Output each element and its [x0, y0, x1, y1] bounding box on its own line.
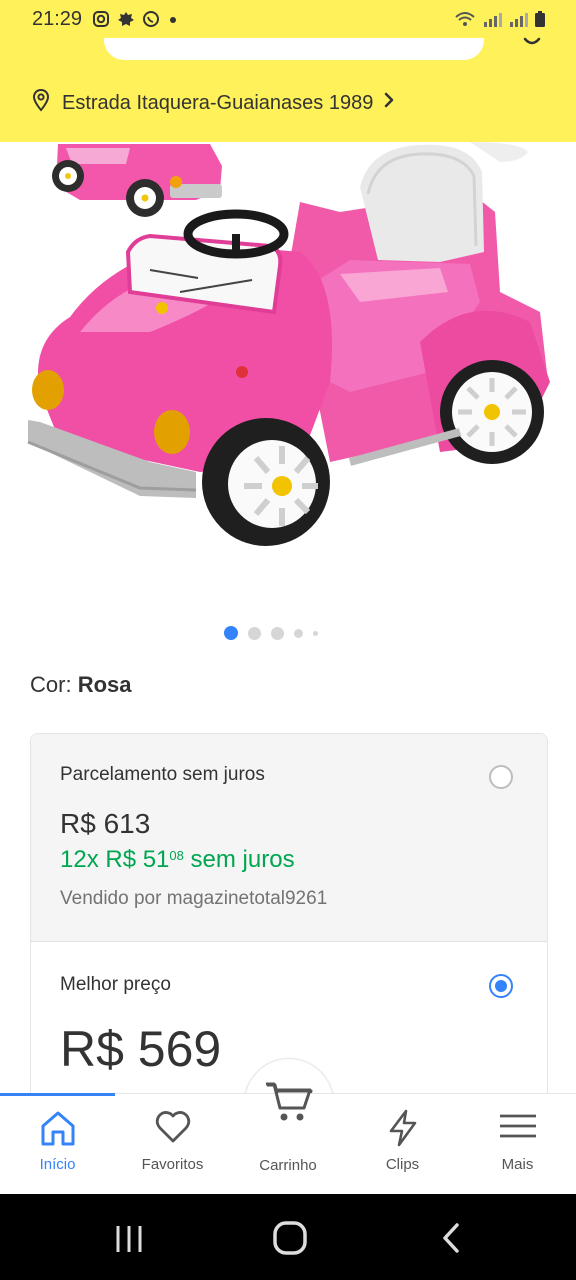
- menu-icon: [498, 1108, 538, 1149]
- option-title: Parcelamento sem juros: [60, 764, 265, 785]
- option-installments[interactable]: Parcelamento sem juros R$ 613 12x R$ 510…: [31, 734, 547, 942]
- status-bar: 21:29: [0, 0, 576, 40]
- tab-label: Favoritos: [141, 1156, 204, 1173]
- app-header: 21:29 Estrada Itaquera-Guaianases 1989: [0, 0, 576, 142]
- tab-mais[interactable]: Mais: [460, 1094, 575, 1194]
- tab-label: Clips: [385, 1156, 420, 1173]
- recent-apps-icon[interactable]: [114, 1224, 144, 1259]
- lightning-icon: [386, 1108, 420, 1153]
- home-icon: [39, 1108, 77, 1153]
- carousel-dot[interactable]: [248, 626, 261, 640]
- color-selector: Cor: Rosa: [30, 672, 131, 698]
- product-image[interactable]: [0, 142, 576, 612]
- option-title: Melhor preço: [60, 974, 171, 995]
- carousel-dot[interactable]: [271, 626, 284, 640]
- wifi-icon: [454, 10, 476, 33]
- installments-text: 12x R$ 5108 sem juros: [60, 846, 295, 873]
- option-price: R$ 613: [60, 808, 151, 839]
- search-bar[interactable]: [104, 38, 484, 60]
- system-navigation-bar: [0, 1194, 576, 1280]
- cart-icon[interactable]: [264, 1080, 312, 1129]
- carousel-dot[interactable]: [313, 630, 318, 636]
- heart-icon: [154, 1108, 192, 1151]
- back-icon[interactable]: [440, 1222, 462, 1259]
- radio-selected[interactable]: [489, 974, 513, 998]
- color-label: Cor:: [30, 672, 72, 697]
- signal-icon: [482, 10, 502, 33]
- chevron-down-icon[interactable]: [522, 36, 542, 48]
- tab-favoritos[interactable]: Favoritos: [115, 1094, 230, 1194]
- pink-car: [27, 144, 550, 546]
- chevron-right-icon: [383, 91, 395, 115]
- dot-icon: [166, 10, 180, 33]
- tab-label: Início: [39, 1156, 76, 1173]
- delivery-address[interactable]: Estrada Itaquera-Guaianases 1989: [32, 88, 395, 118]
- installments-cents: 08: [169, 848, 184, 863]
- tab-clips[interactable]: Clips: [345, 1094, 460, 1194]
- tab-carrinho-label[interactable]: Carrinho: [232, 1157, 344, 1174]
- carousel-dot[interactable]: [294, 628, 303, 638]
- whatsapp-icon: [142, 10, 160, 33]
- location-pin-icon: [32, 88, 50, 118]
- home-button-icon[interactable]: [272, 1220, 308, 1261]
- product-thumbnail-car: [52, 144, 222, 217]
- best-price-value: R$ 569: [60, 1021, 222, 1077]
- instagram-icon: [92, 10, 110, 33]
- carousel-indicator[interactable]: [224, 626, 318, 640]
- battery-icon: [534, 10, 546, 33]
- settings-icon: [116, 10, 136, 33]
- address-label: Estrada Itaquera-Guaianases 1989: [62, 91, 374, 114]
- signal-icon: [508, 10, 528, 33]
- tab-inicio[interactable]: Início: [0, 1094, 115, 1194]
- tab-label: Mais: [501, 1156, 534, 1173]
- carousel-dot-active[interactable]: [224, 626, 238, 640]
- status-time: 21:29: [32, 8, 83, 30]
- radio-unselected[interactable]: [489, 765, 513, 789]
- color-value: Rosa: [77, 672, 132, 697]
- seller-label[interactable]: Vendido por magazinetotal9261: [60, 888, 327, 910]
